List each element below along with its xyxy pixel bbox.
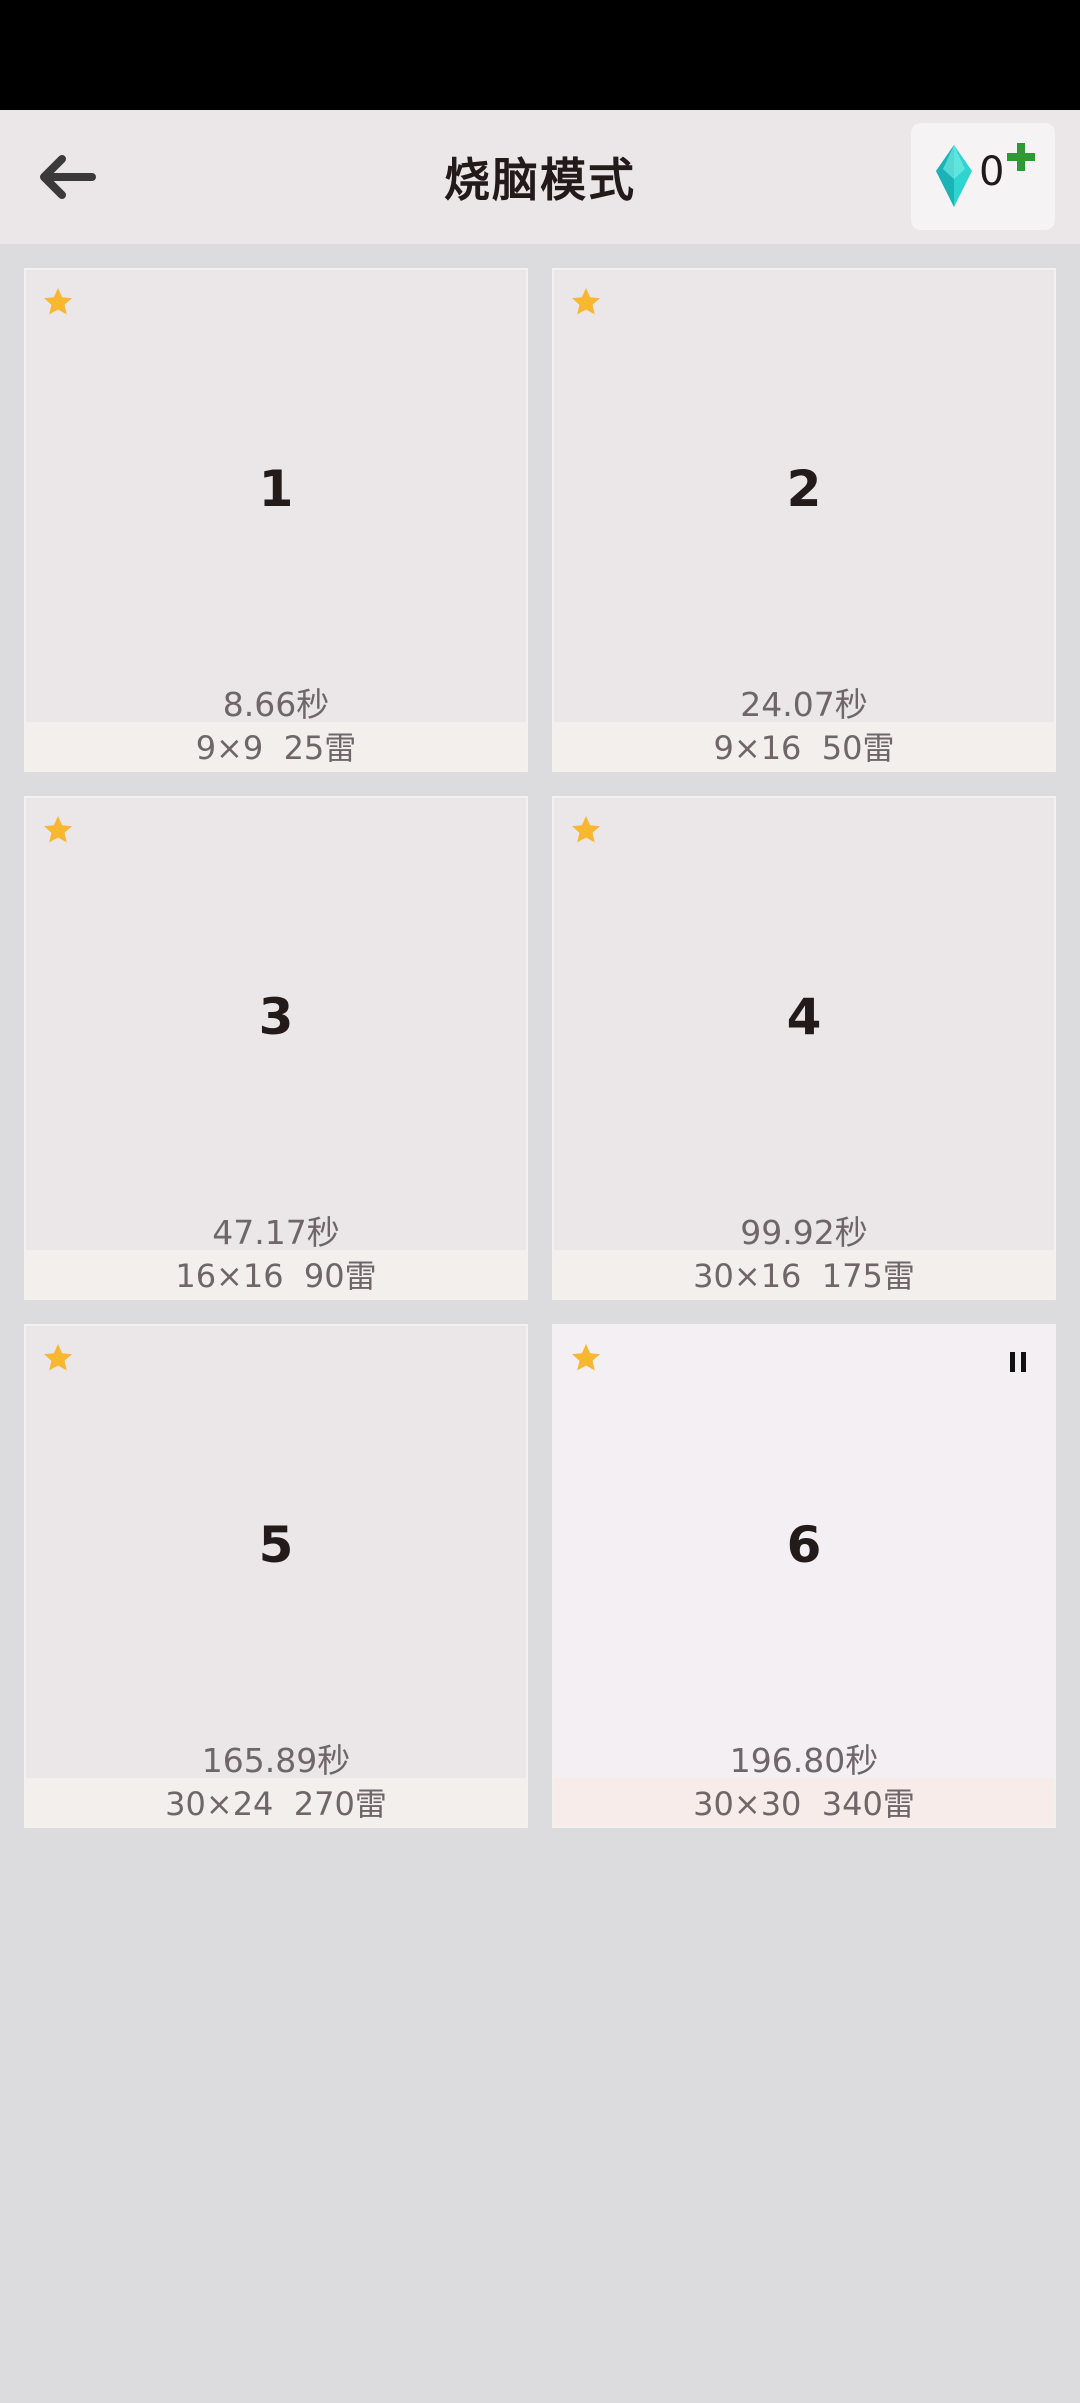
gem-count: 0 — [979, 149, 1005, 195]
best-time: 165.89秒 — [201, 1741, 351, 1780]
best-time: 24.07秒 — [740, 685, 868, 724]
board-info: 9×9 25雷 — [26, 722, 526, 770]
level-card[interactable]: 1 8.66秒 9×9 25雷 — [24, 268, 528, 772]
level-card[interactable]: 3 47.17秒 16×16 90雷 — [24, 796, 528, 1300]
status-bar — [0, 0, 1080, 110]
best-time: 8.66秒 — [222, 685, 330, 724]
gem-balance-button[interactable]: 0 — [911, 123, 1055, 230]
level-card[interactable]: 6 196.80秒 30×30 340雷 — [552, 1324, 1056, 1828]
board-info: 30×16 175雷 — [554, 1250, 1054, 1298]
app-header: 烧脑模式 0 — [0, 110, 1080, 244]
level-number: 6 — [786, 1516, 822, 1574]
level-number: 4 — [786, 988, 822, 1046]
level-card[interactable]: 5 165.89秒 30×24 270雷 — [24, 1324, 528, 1828]
star-icon — [44, 1344, 72, 1371]
star-icon — [572, 1344, 600, 1371]
board-info: 9×16 50雷 — [554, 722, 1054, 770]
arrow-left-icon — [40, 155, 96, 199]
level-number: 2 — [786, 460, 822, 518]
back-button[interactable] — [32, 146, 102, 208]
level-grid: 1 8.66秒 9×9 25雷 2 24.07秒 9×16 50雷 3 47.1… — [0, 0, 1080, 2403]
level-card[interactable]: 4 99.92秒 30×16 175雷 — [552, 796, 1056, 1300]
star-icon — [44, 288, 72, 315]
board-info: 16×16 90雷 — [26, 1250, 526, 1298]
star-icon — [572, 288, 600, 315]
level-number: 3 — [258, 988, 294, 1046]
best-time: 196.80秒 — [729, 1741, 879, 1780]
star-icon — [572, 816, 600, 843]
level-number: 5 — [258, 1516, 294, 1574]
star-icon — [44, 816, 72, 843]
plus-icon[interactable] — [1007, 143, 1035, 171]
level-card[interactable]: 2 24.07秒 9×16 50雷 — [552, 268, 1056, 772]
best-time: 99.92秒 — [740, 1213, 868, 1252]
level-number: 1 — [258, 460, 294, 518]
board-info: 30×30 340雷 — [554, 1778, 1054, 1826]
best-time: 47.17秒 — [212, 1213, 340, 1252]
diamond-icon — [936, 145, 972, 207]
pause-icon — [1010, 1352, 1026, 1372]
board-info: 30×24 270雷 — [26, 1778, 526, 1826]
